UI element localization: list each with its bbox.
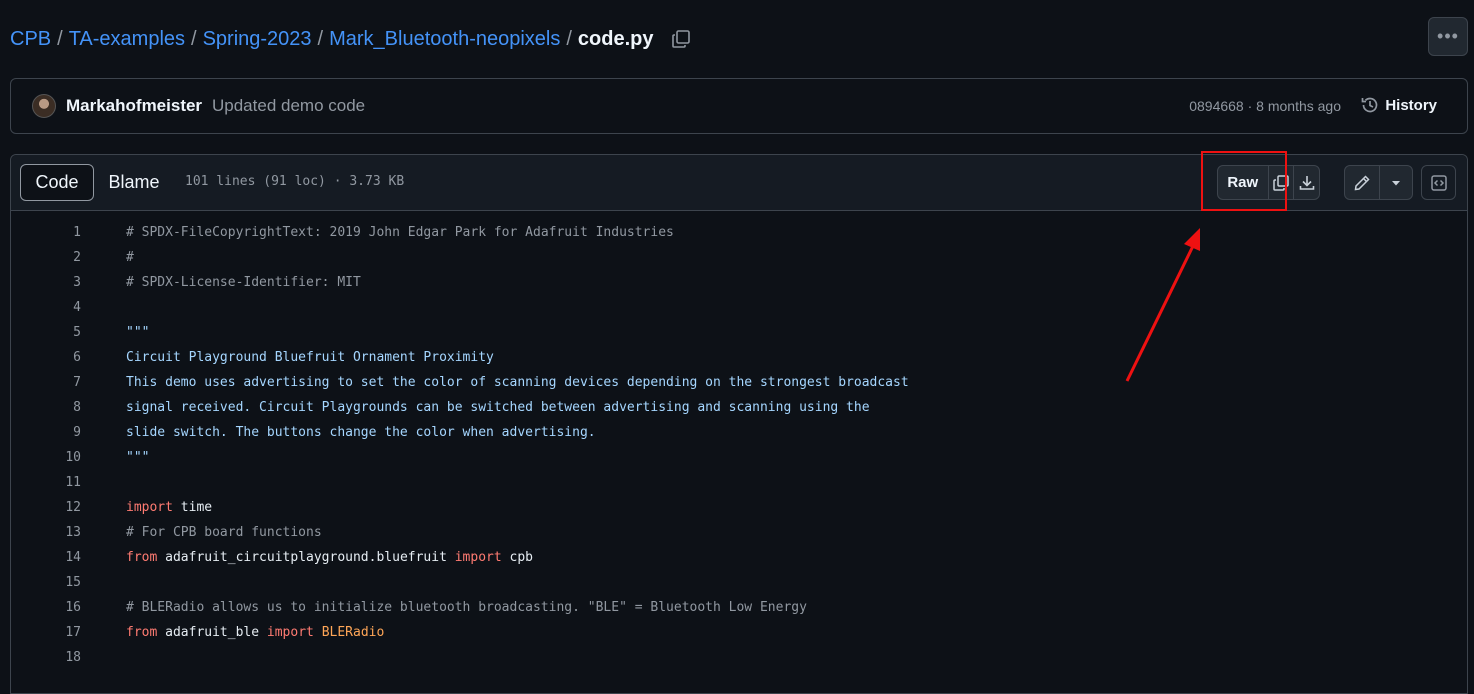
annotation-arrow xyxy=(1125,228,1200,382)
